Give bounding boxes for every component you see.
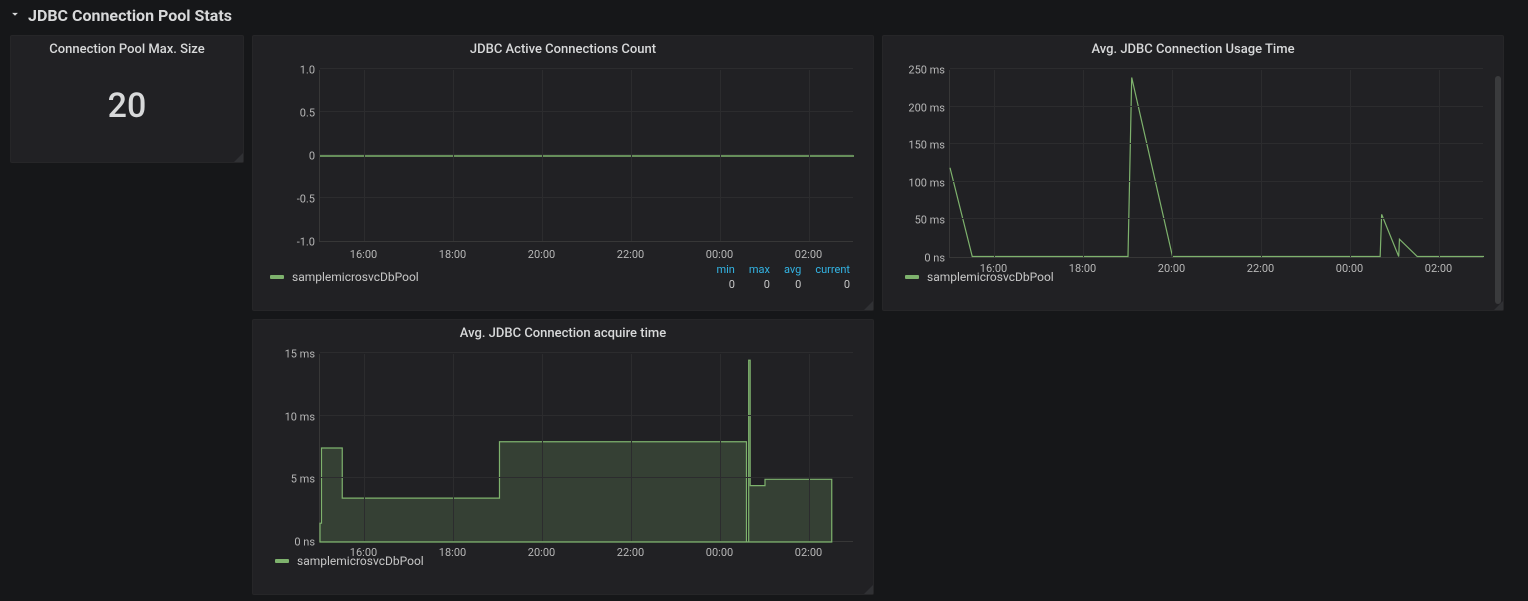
- legend-swatch: [905, 275, 919, 279]
- panel-active-connections[interactable]: JDBC Active Connections Count -1.0-0.500…: [252, 35, 874, 311]
- plot-area[interactable]: [949, 70, 1483, 258]
- plot-area[interactable]: [319, 354, 853, 542]
- panel-acquire-time[interactable]: Avg. JDBC Connection acquire time 0 ns5 …: [252, 319, 874, 595]
- scroll-indicator[interactable]: [1495, 76, 1501, 304]
- chevron-down-icon: [8, 7, 28, 25]
- row-header[interactable]: JDBC Connection Pool Stats: [0, 0, 1528, 35]
- panel-title: Avg. JDBC Connection Usage Time: [883, 36, 1503, 62]
- legend-row: samplemicrosvcDbPool minmaxavgcurrent 00…: [253, 254, 873, 298]
- series-line: [320, 70, 854, 242]
- legend-row: samplemicrosvcDbPool: [883, 266, 1503, 290]
- panel-title: JDBC Active Connections Count: [253, 36, 873, 62]
- legend-swatch: [270, 275, 284, 279]
- stat-value: 20: [11, 86, 243, 126]
- panel-usage-time[interactable]: Avg. JDBC Connection Usage Time 0 ns50 m…: [882, 35, 1504, 311]
- panel-max-size[interactable]: Connection Pool Max. Size 20: [10, 35, 244, 163]
- section-title: JDBC Connection Pool Stats: [28, 6, 232, 25]
- chart-area[interactable]: 0 ns5 ms10 ms15 ms 16:0018:0020:0022:000…: [263, 346, 863, 550]
- panel-title: Connection Pool Max. Size: [11, 36, 243, 62]
- chart-area[interactable]: -1.0-0.500.51.0 16:0018:0020:0022:0000:0…: [263, 62, 863, 254]
- chart-area[interactable]: 0 ns50 ms100 ms150 ms200 ms250 ms 16:001…: [893, 62, 1493, 266]
- legend-swatch: [275, 559, 289, 563]
- panel-title: Avg. JDBC Connection acquire time: [253, 320, 873, 346]
- legend-stats: minmaxavgcurrent 0000: [708, 261, 858, 293]
- plot-area[interactable]: [319, 70, 853, 242]
- series-line: [950, 70, 1484, 258]
- panels-container: Connection Pool Max. Size 20 JDBC Active…: [0, 35, 1528, 595]
- legend-row: samplemicrosvcDbPool: [253, 550, 873, 574]
- legend-label[interactable]: samplemicrosvcDbPool: [292, 270, 419, 284]
- series-area: [320, 354, 854, 542]
